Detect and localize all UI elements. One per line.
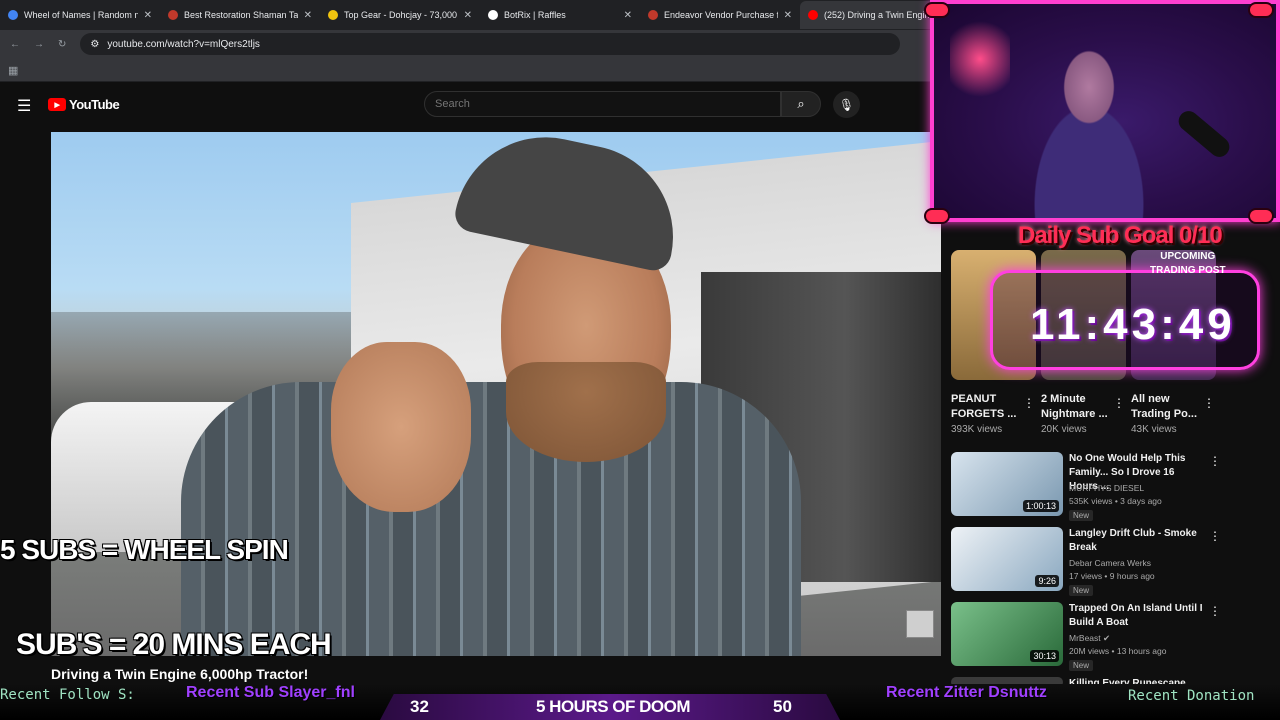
close-icon[interactable]: ✕ [304,10,312,21]
sub-time-overlay: SUB'S = 20 MINS EACH [16,628,332,661]
close-icon[interactable]: ✕ [464,10,472,21]
short-title[interactable]: All new Trading Po... [1131,392,1206,422]
apps-grid-icon[interactable]: ▦ [8,64,18,77]
youtube-header: ☰ ▶ YouTube ⌕ 🎙 [0,84,930,124]
video-scene-hand [331,342,471,512]
recommended-video[interactable]: 30:13 Trapped On An Island Until I Build… [951,602,1271,672]
browser-tab[interactable]: BotRix | Raffles ✕ [480,1,640,29]
video-title: Driving a Twin Engine 6,000hp Tractor! [51,666,309,682]
close-icon[interactable]: ✕ [784,10,792,21]
video-duration: 9:26 [1035,575,1059,587]
search-icon: ⌕ [797,96,805,111]
video-player[interactable] [51,132,941,656]
doom-count-right: 50 [773,697,792,716]
microphone-icon: 🎙 [838,97,855,112]
video-title-link[interactable]: Langley Drift Club - Smoke Break [1069,527,1204,555]
logo-text: YouTube [69,97,120,112]
streamer-webcam [930,0,1280,222]
short-views: 43K views [1131,424,1177,435]
bookmarks-bar: ▦ [0,58,930,82]
short-views: 393K views [951,424,1003,435]
cloud-icon [924,2,950,18]
short-title[interactable]: PEANUT FORGETS ... [951,392,1026,422]
recent-follow-label: Recent Follow S: [0,687,135,703]
video-duration: 1:00:13 [1022,500,1059,512]
back-icon[interactable]: ← [10,39,20,50]
short-title[interactable]: 2 Minute Nightmare ... [1041,392,1116,422]
video-duration: 30:13 [1030,650,1059,662]
browser-tab[interactable]: Wheel of Names | Random nam ✕ [0,1,160,29]
recommended-video[interactable]: 9:26 Langley Drift Club - Smoke Break De… [951,527,1271,597]
cloud-icon [1248,2,1274,18]
tab-title: BotRix | Raffles [504,10,566,20]
sub-goal-overlay: Daily Sub Goal 0/10 [1018,222,1223,249]
channel-name[interactable]: MrBeast ✔ [1069,633,1110,644]
voice-search-button[interactable]: 🎙 [833,91,860,118]
favicon-icon [328,10,338,20]
more-options-icon[interactable]: ⋮ [1023,396,1035,410]
more-options-icon[interactable]: ⋮ [1203,396,1215,410]
video-scene-shirt [181,382,801,656]
recent-zitter-label: Recent Zitter Dsnuttz [886,684,1047,701]
url-text: youtube.com/watch?v=mlQers2tljs [107,38,260,50]
countdown-timer: 11:43:49 [1030,300,1236,349]
more-options-icon[interactable]: ⋮ [1209,604,1221,618]
wheel-spin-overlay: 5 SUBS = WHEEL SPIN [0,534,289,565]
favicon-icon [648,10,658,20]
new-badge: New [1069,510,1094,521]
tab-title: Top Gear - Dohcjay - 73,000 DP [344,10,458,20]
channel-watermark[interactable] [906,610,934,638]
search-input[interactable] [424,91,781,117]
browser-tab[interactable]: Best Restoration Shaman Talent ✕ [160,1,320,29]
short-views: 20K views [1041,424,1087,435]
search-button[interactable]: ⌕ [781,91,821,117]
video-meta: 535K views • 3 days ago [1069,496,1162,506]
recent-sub-label: Recent Sub Slayer_fnl [186,684,355,701]
more-options-icon[interactable]: ⋮ [1209,529,1221,543]
video-meta: 20M views • 13 hours ago [1069,646,1167,656]
forward-icon[interactable]: → [34,39,44,50]
channel-name[interactable]: Debar Camera Werks [1069,558,1151,568]
tab-title: Best Restoration Shaman Talent [184,10,298,20]
youtube-favicon-icon [808,10,818,20]
new-badge: New [1069,660,1094,671]
doom-count-left: 32 [410,697,429,716]
video-title-link[interactable]: Trapped On An Island Until I Build A Boa… [1069,602,1204,630]
tab-title: Endeavor Vendor Purchase for [664,10,778,20]
browser-tab[interactable]: Endeavor Vendor Purchase for ✕ [640,1,800,29]
reload-icon[interactable]: ↻ [58,39,66,50]
browser-tab[interactable]: Top Gear - Dohcjay - 73,000 DP ✕ [320,1,480,29]
tab-title: Wheel of Names | Random nam [24,10,138,20]
favicon-icon [8,10,18,20]
webcam-person [994,34,1184,218]
cloud-icon [924,208,950,224]
more-options-icon[interactable]: ⋮ [1113,396,1125,410]
video-thumbnail[interactable]: 30:13 [951,602,1063,666]
favicon-icon [168,10,178,20]
recommended-video[interactable]: 1:00:13 No One Would Help This Family...… [951,452,1271,522]
more-options-icon[interactable]: ⋮ [1209,454,1221,468]
video-thumbnail[interactable]: 9:26 [951,527,1063,591]
video-thumbnail[interactable]: 1:00:13 [951,452,1063,516]
youtube-play-icon: ▶ [48,98,66,111]
cloud-icon [1248,208,1274,224]
youtube-logo[interactable]: ▶ YouTube [48,97,120,112]
video-meta: 17 views • 9 hours ago [1069,571,1155,581]
recent-donation-label: Recent Donation [1128,688,1255,704]
url-field[interactable]: ⚙ youtube.com/watch?v=mlQers2tljs [80,33,901,55]
close-icon[interactable]: ✕ [144,10,152,21]
video-scene-beard [506,362,666,462]
close-icon[interactable]: ✕ [624,10,632,21]
new-badge: New [1069,585,1094,596]
doom-title: 5 HOURS OF DOOM [536,697,691,716]
favicon-icon [488,10,498,20]
menu-icon[interactable]: ☰ [17,96,31,116]
upcoming-label: UPCOMING TRADING POST [1150,251,1226,276]
channel-name[interactable]: MURPHYS DIESEL [1069,483,1144,493]
address-bar-row: ← → ↻ ⚙ youtube.com/watch?v=mlQers2tljs [0,30,930,58]
site-info-icon[interactable]: ⚙ [90,39,99,50]
